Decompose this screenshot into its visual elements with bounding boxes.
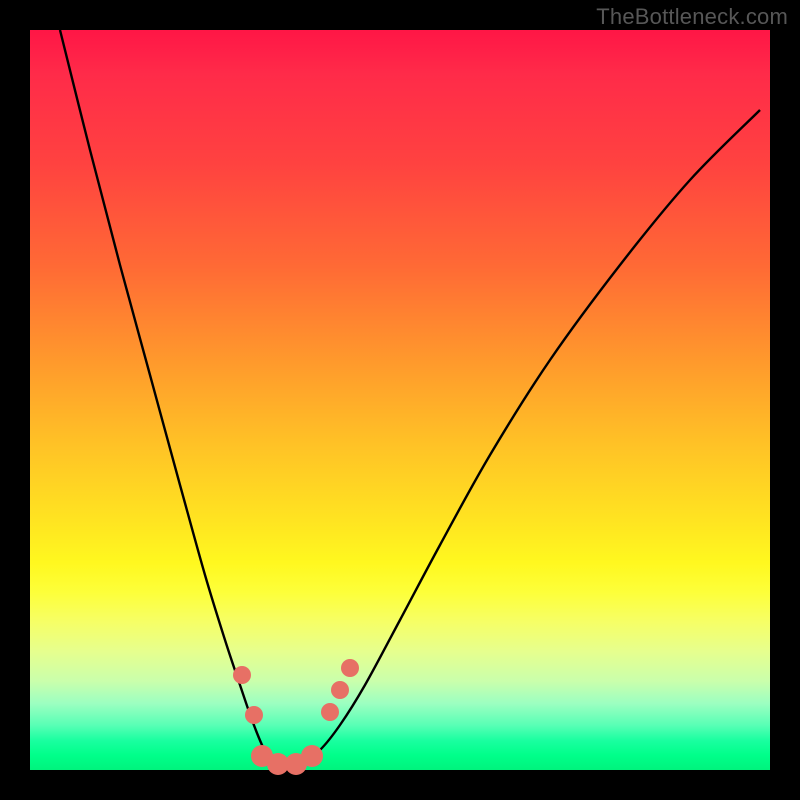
dot-left-lower	[245, 706, 263, 724]
dot-right-mid	[331, 681, 349, 699]
plot-area	[30, 30, 770, 770]
dot-trough-4	[301, 745, 323, 767]
dot-left-upper	[233, 666, 251, 684]
curve-svg	[30, 30, 770, 770]
watermark-text: TheBottleneck.com	[596, 4, 788, 30]
dot-right-upper	[341, 659, 359, 677]
chart-frame: TheBottleneck.com	[0, 0, 800, 800]
marker-group	[233, 659, 359, 775]
dot-right-lower	[321, 703, 339, 721]
bottleneck-curve	[60, 30, 760, 767]
